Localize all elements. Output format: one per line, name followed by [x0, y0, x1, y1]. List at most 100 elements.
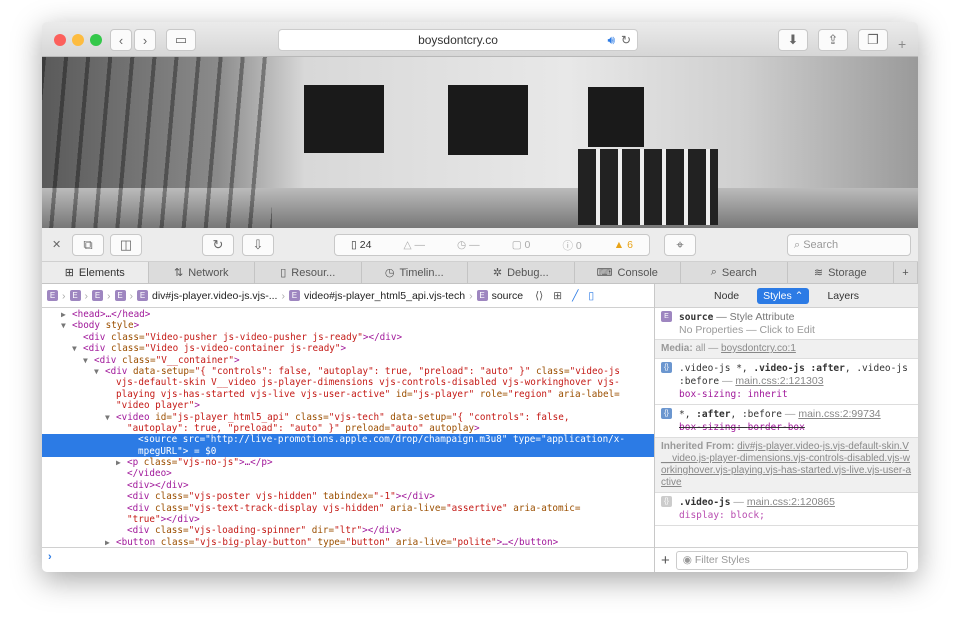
elements-icon: ⊞	[64, 267, 74, 279]
dom-node-line[interactable]: <div class="vjs-loading-spinner" dir="lt…	[42, 525, 654, 536]
video-player[interactable]	[42, 57, 918, 228]
tab-label: Network	[188, 266, 229, 279]
dom-node-line[interactable]: ▶ <head>…</head>	[42, 309, 654, 320]
speaker-icon[interactable]: 🔊︎	[607, 30, 615, 51]
tab-node[interactable]: Node	[714, 290, 739, 302]
tab-network[interactable]: ⇅ Network	[149, 262, 255, 283]
dashboard[interactable]: ▯ 24 △ — ◷ — ▢ 0 ⓘ 0 ▲ 6	[334, 234, 650, 256]
tab-layers[interactable]: Layers	[827, 290, 859, 302]
dom-node-line[interactable]: "video player">	[42, 400, 654, 411]
tab-timelin[interactable]: ◷ Timelin...	[362, 262, 468, 283]
reload-icon[interactable]: ↻	[621, 30, 631, 51]
add-rule-icon[interactable]: +	[661, 552, 670, 569]
tab-label: Console	[617, 266, 658, 279]
media-source-link[interactable]: boysdontcry.co:1	[721, 343, 796, 354]
dom-node-line[interactable]: ▼ <body style>	[42, 320, 654, 331]
dom-node-line[interactable]: <div></div>	[42, 480, 654, 491]
devtools-tabs: ⊞ Elements ⇅ Network ▯ Resour... ◷ Timelin... ✲ D…	[42, 262, 918, 284]
grid-icon[interactable]: ⊞	[553, 290, 562, 302]
video-window	[588, 87, 644, 147]
element-icon[interactable]: E	[47, 290, 58, 301]
dom-node-line[interactable]: ▶ <p class="vjs-no-js">…</p>	[42, 457, 654, 468]
dom-node-line[interactable]: ▼ <div data-setup="{ "controls": false, "…	[42, 366, 654, 377]
split-button[interactable]: ◫	[110, 234, 142, 256]
element-icon[interactable]: E	[114, 290, 126, 301]
tab-label: Resour...	[291, 266, 336, 279]
reload-page-button[interactable]: ↻	[202, 234, 234, 256]
disclosure-triangle[interactable]: ▼	[94, 366, 105, 377]
inspect-element-button[interactable]: ⌖	[664, 234, 696, 256]
downloads-button[interactable]: ⬇	[778, 29, 808, 51]
tab-elements[interactable]: ⊞ Elements	[42, 262, 149, 283]
minimize-window-button[interactable]	[72, 34, 84, 46]
breadcrumb-item[interactable]: source	[492, 290, 524, 302]
dom-node-line[interactable]: "autoplay": true, "preload": "auto" }" p…	[42, 423, 654, 434]
style-attribute-rule[interactable]: E source — Style Attribute No Properties…	[655, 308, 918, 340]
dom-node-line[interactable]: ▶ <button class="vjs-big-play-button" typ…	[42, 537, 654, 547]
close-inspector-icon[interactable]: ✕	[52, 238, 61, 251]
add-tab-button[interactable]: +	[894, 262, 918, 283]
dock-button[interactable]: ⧉	[72, 234, 104, 256]
dom-node-line[interactable]: playing vjs-has-started vjs-live vjs-use…	[42, 389, 654, 400]
sidebar-toggle-button[interactable]: ▭	[166, 29, 196, 51]
filter-styles-input[interactable]: ◉ Filter Styles	[675, 550, 908, 570]
url-text: boysdontcry.co	[418, 33, 498, 47]
css-rule[interactable]: {} .video-js — main.css:2:120865 display…	[655, 493, 918, 526]
source-link[interactable]: main.css:2:99734	[798, 408, 880, 420]
tab-search[interactable]: ⌕ Search	[681, 262, 788, 283]
close-window-button[interactable]	[54, 34, 66, 46]
element-icon: E	[288, 290, 300, 301]
css-rule[interactable]: {} *, :after, :before — main.css:2:99734…	[655, 405, 918, 438]
share-button[interactable]: ⇪	[818, 29, 848, 51]
sidebar-panel-icon[interactable]: ▯	[588, 290, 594, 302]
tab-resour[interactable]: ▯ Resour...	[255, 262, 362, 283]
dom-node-line[interactable]: <div class="Video-pusher js-video-pusher…	[42, 332, 654, 343]
dom-node-line[interactable]: </video>	[42, 468, 654, 479]
disclosure-triangle[interactable]: ▼	[105, 412, 116, 423]
styles-list: E source — Style Attribute No Properties…	[655, 308, 918, 547]
dom-tree[interactable]: ▶ <head>…</head> ▼ <body style> <div class="…	[42, 308, 654, 547]
dom-node-line[interactable]: "true"></div>	[42, 514, 654, 525]
tab-debug[interactable]: ✲ Debug...	[468, 262, 575, 283]
console-prompt[interactable]: ›	[42, 547, 654, 572]
tab-console[interactable]: ⌨ Console	[575, 262, 681, 283]
back-button[interactable]: ‹	[110, 29, 132, 51]
filter-icon: ◉	[682, 553, 695, 566]
disclosure-triangle[interactable]: ▶	[116, 457, 127, 468]
address-bar[interactable]: boysdontcry.co 🔊︎ ↻	[278, 29, 638, 51]
element-icon[interactable]: E	[69, 290, 81, 301]
disclosure-triangle[interactable]: ▼	[72, 343, 83, 354]
source-link[interactable]: main.css:2:121303	[735, 375, 823, 387]
download-archive-button[interactable]: ⇩	[242, 234, 274, 256]
dom-node-line[interactable]: <div class="vjs-text-track-display vjs-h…	[42, 503, 654, 514]
dom-node-line[interactable]: <source src="http://live-promotions.appl…	[42, 434, 654, 446]
pen-icon[interactable]: ╱	[572, 290, 578, 302]
tabs-overview-button[interactable]: ❐	[858, 29, 888, 51]
tab-storage[interactable]: ≋ Storage	[788, 262, 894, 283]
search-input[interactable]: ⌕ Search	[787, 234, 911, 256]
no-properties[interactable]: No Properties — Click to Edit	[679, 324, 815, 336]
dom-node-line[interactable]: mpegURL"> = $0	[42, 445, 654, 458]
zoom-window-button[interactable]	[90, 34, 102, 46]
dom-node-line[interactable]: vjs-default-skin V__video js-player-dime…	[42, 377, 654, 388]
disclosure-triangle[interactable]: ▼	[83, 355, 94, 366]
forward-button[interactable]: ›	[134, 29, 156, 51]
dom-node-line[interactable]: ▼ <div class="Video js-video-container js…	[42, 343, 654, 354]
source-link[interactable]: main.css:2:120865	[747, 496, 835, 508]
dom-node-line[interactable]: ▼ <div class="V__container">	[42, 355, 654, 366]
breadcrumb-item[interactable]: div#js-player.video-js.vjs-...	[152, 290, 277, 302]
dom-node-line[interactable]: ▼ <video id="js-player_html5_api" class="…	[42, 412, 654, 423]
storage-icon: ≋	[813, 267, 824, 279]
document-icon: ▯	[280, 267, 287, 279]
tab-styles[interactable]: Styles ⌃	[757, 287, 810, 304]
format-icon[interactable]: ⟨⟩	[535, 290, 543, 302]
tab-label: Timelin...	[399, 266, 444, 279]
dom-node-line[interactable]: <div class="vjs-poster vjs-hidden" tabin…	[42, 491, 654, 502]
disclosure-triangle[interactable]: ▶	[61, 309, 72, 320]
css-rule[interactable]: {} .video-js *, .video-js :after, .video…	[655, 359, 918, 405]
disclosure-triangle[interactable]: ▶	[105, 537, 116, 547]
new-tab-button[interactable]: +	[898, 36, 906, 52]
disclosure-triangle[interactable]: ▼	[61, 320, 72, 331]
element-icon[interactable]: E	[92, 290, 103, 301]
breadcrumb-item[interactable]: video#js-player_html5_api.vjs-tech	[304, 290, 465, 302]
